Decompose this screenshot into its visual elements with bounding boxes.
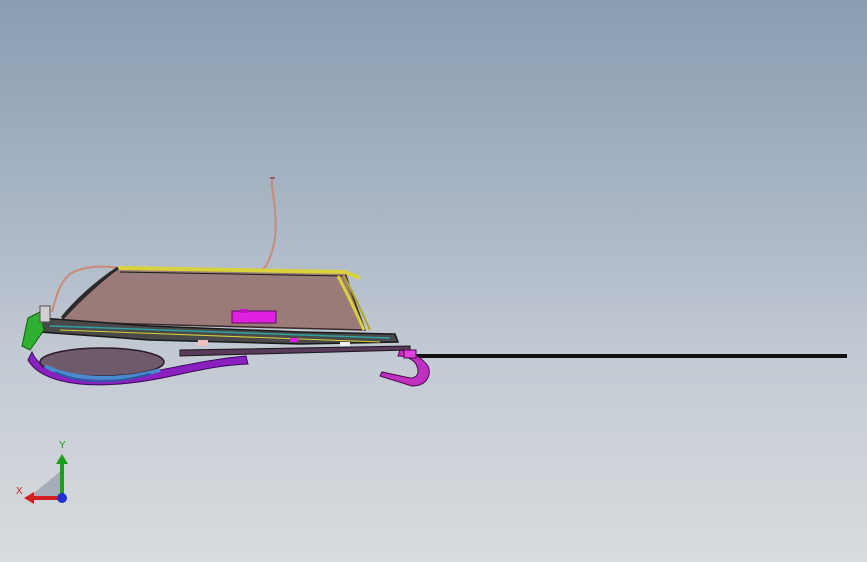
- coordinate-triad: X Y: [14, 440, 78, 510]
- rod-part[interactable]: [405, 354, 847, 358]
- cad-viewport[interactable]: [0, 0, 867, 562]
- magenta-bracket-part[interactable]: [231, 310, 277, 324]
- y-axis-label: Y: [59, 440, 66, 451]
- x-axis-label: X: [16, 486, 23, 497]
